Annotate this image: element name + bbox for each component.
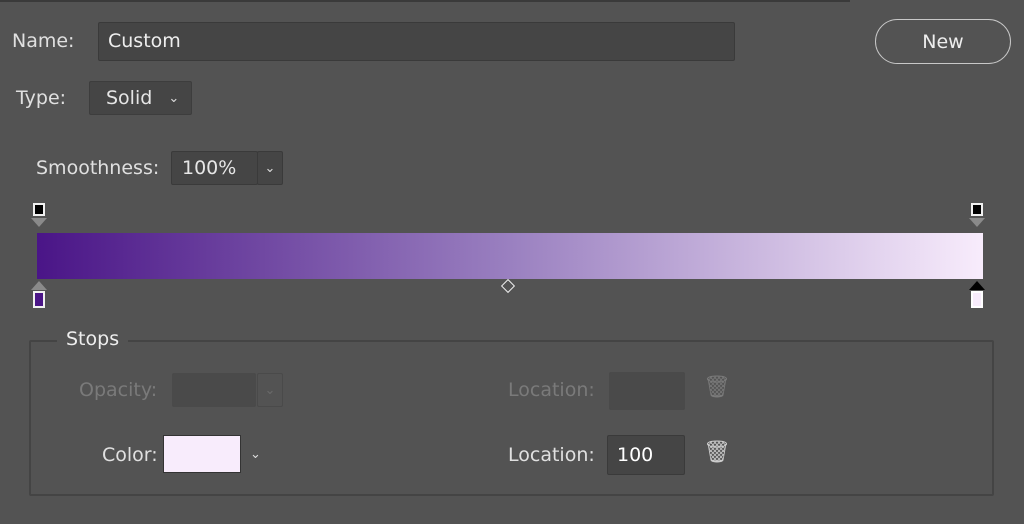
color-stop-right-selected[interactable] xyxy=(969,281,985,308)
color-swatch[interactable] xyxy=(163,435,241,473)
smoothness-dropdown[interactable]: ⌄ xyxy=(257,151,283,185)
opacity-location-input[interactable] xyxy=(609,372,685,410)
color-stop-swatch xyxy=(971,291,983,308)
type-dropdown[interactable]: Solid ⌄ xyxy=(89,81,192,115)
opacity-label: Opacity: xyxy=(79,379,158,401)
chevron-down-icon: ⌄ xyxy=(168,90,180,106)
stops-title: Stops xyxy=(57,328,129,350)
new-button[interactable]: New xyxy=(875,19,1011,64)
smoothness-label: Smoothness: xyxy=(36,157,160,179)
name-input[interactable]: Custom xyxy=(98,22,735,61)
gradient-preview-bar[interactable] xyxy=(37,233,983,279)
color-location-label: Location: xyxy=(508,444,595,466)
delete-opacity-stop-trash-icon[interactable]: 🗑 xyxy=(703,375,731,400)
chevron-down-icon: ⌄ xyxy=(264,160,276,176)
opacity-stop-left[interactable] xyxy=(31,203,47,227)
opacity-stop-swatch xyxy=(33,203,45,216)
opacity-input[interactable] xyxy=(172,373,256,407)
color-location-input[interactable]: 100 xyxy=(607,435,685,475)
opacity-location-label: Location: xyxy=(508,379,595,401)
opacity-stop-swatch xyxy=(971,203,983,216)
top-divider xyxy=(0,0,850,2)
chevron-down-icon: ⌄ xyxy=(264,382,276,398)
color-stop-swatch xyxy=(33,291,45,308)
opacity-dropdown[interactable]: ⌄ xyxy=(257,373,283,407)
color-dropdown-chevron-down-icon[interactable]: ⌄ xyxy=(250,447,261,462)
type-value: Solid xyxy=(106,87,153,109)
delete-color-stop-trash-icon[interactable]: 🗑 xyxy=(703,440,731,465)
color-stop-left[interactable] xyxy=(31,281,47,308)
smoothness-input[interactable]: 100% xyxy=(171,151,258,185)
midpoint-diamond[interactable] xyxy=(500,278,516,294)
name-label: Name: xyxy=(12,30,75,52)
color-label: Color: xyxy=(102,444,158,466)
opacity-stop-right[interactable] xyxy=(969,203,985,227)
type-label: Type: xyxy=(16,87,67,109)
